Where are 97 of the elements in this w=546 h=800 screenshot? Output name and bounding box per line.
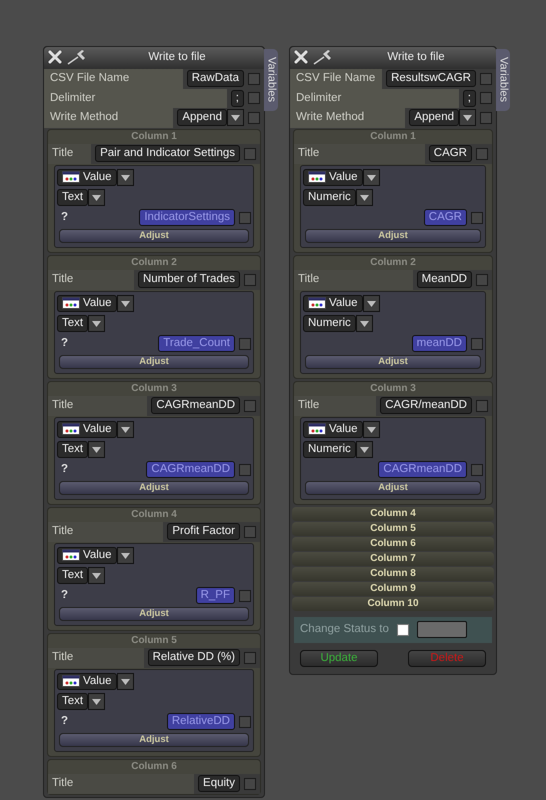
column-header[interactable]: Column 7 [292,552,494,566]
column-header[interactable]: Column 10 [292,596,494,610]
field-label: Write Method [44,108,174,128]
checkbox[interactable] [471,464,483,476]
checkbox[interactable] [396,624,409,636]
status-label: Change Status to [300,622,389,637]
adjust-button[interactable]: Adjust [59,354,249,368]
help-mark: ? [60,210,70,225]
source-select[interactable]: Value [57,421,117,438]
text-field[interactable]: ; [462,90,476,107]
source-select[interactable]: Value [57,295,117,312]
adjust-button[interactable]: Adjust [305,480,481,494]
panel-title: Write to file [147,50,207,66]
column-header[interactable]: Column 9 [292,582,494,596]
title-label: Title [294,270,413,290]
text-field[interactable]: ; [230,90,244,107]
checkbox[interactable] [471,212,483,224]
checkbox[interactable] [239,338,251,350]
text-field[interactable]: RawData [186,70,244,88]
type-select[interactable]: Numeric [303,441,356,458]
help-mark: ? [60,336,70,351]
column-header[interactable]: Column 4 [292,506,494,520]
source-select[interactable]: Value [303,295,363,312]
checkbox[interactable] [248,112,260,124]
title-label: Title [294,144,425,164]
field-label: CSV File Name [44,69,183,88]
field-label: Delimiter [44,88,227,108]
help-mark: ? [60,714,70,729]
title-label: Title [48,774,194,794]
checkbox[interactable] [248,92,260,104]
adjust-button[interactable]: Adjust [305,354,481,368]
panel-title: Write to file [386,50,446,66]
type-select[interactable]: Text [57,441,88,458]
adjust-button[interactable]: Adjust [59,732,249,746]
checkbox[interactable] [480,92,492,104]
adjust-button[interactable]: Adjust [59,228,249,242]
checkbox[interactable] [244,148,256,160]
checkbox[interactable] [476,274,488,286]
checkbox[interactable] [239,464,251,476]
adjust-button[interactable]: Adjust [59,606,249,620]
source-select[interactable]: Value [57,169,117,186]
title-label: Title [48,522,164,542]
checkbox[interactable] [248,72,260,85]
adjust-button[interactable]: Adjust [59,480,249,494]
source-select[interactable]: Value [57,547,117,564]
checkbox[interactable] [244,652,256,664]
type-select[interactable]: Text [57,189,88,206]
column-header[interactable]: Column 8 [292,566,494,580]
checkbox[interactable] [476,400,488,412]
title-field[interactable]: CAGR/meanDD [380,397,472,414]
title-field[interactable]: CAGRmeanDD [151,397,240,414]
title-label: Title [48,648,144,668]
checkbox[interactable] [244,526,256,538]
title-field[interactable]: Relative DD (%) [148,649,240,666]
field-label: Delimiter [290,88,459,108]
checkbox[interactable] [476,148,488,160]
type-select[interactable]: Text [57,567,88,584]
checkbox[interactable] [239,590,251,602]
field-label: Write Method [290,108,406,128]
title-field[interactable]: Number of Trades [138,271,240,288]
title-field[interactable]: CAGR [428,145,472,162]
checkbox[interactable] [471,338,483,350]
checkbox[interactable] [244,274,256,286]
checkbox[interactable] [244,400,256,412]
side-tab[interactable]: Variables [264,49,278,111]
checkbox[interactable] [239,212,251,224]
source-select[interactable]: Value [303,169,363,186]
checkbox[interactable] [480,112,492,124]
status-field[interactable] [416,621,467,638]
text-field[interactable]: ResultswCAGR [386,70,476,88]
title-field[interactable]: Profit Factor [167,523,240,540]
title-label: Title [48,270,134,290]
checkbox[interactable] [244,778,256,790]
title-field[interactable]: Pair and Indicator Settings [95,145,240,162]
title-label: Title [48,144,92,164]
title-label: Title [294,396,376,416]
title-label: Title [48,396,148,416]
checkbox[interactable] [480,72,492,85]
adjust-button[interactable]: Adjust [305,228,481,242]
type-select[interactable]: Numeric [303,189,356,206]
type-select[interactable]: Text [57,693,88,710]
side-tab[interactable]: Variables [496,49,510,111]
column-header[interactable]: Column 6 [292,536,494,550]
type-select[interactable]: Text [57,315,88,332]
update-button[interactable]: Update [300,650,378,666]
field-label: CSV File Name [290,69,382,88]
select-field[interactable]: Append [177,109,227,126]
title-field[interactable]: MeanDD [416,271,472,288]
select-field[interactable]: Append [409,109,459,126]
type-select[interactable]: Numeric [303,315,356,332]
help-mark: ? [60,462,70,477]
column-header[interactable]: Column 5 [292,522,494,536]
title-field[interactable]: Equity [198,775,240,792]
source-select[interactable]: Value [57,673,117,690]
help-mark: ? [60,588,70,603]
checkbox[interactable] [239,716,251,728]
source-select[interactable]: Value [303,421,363,438]
